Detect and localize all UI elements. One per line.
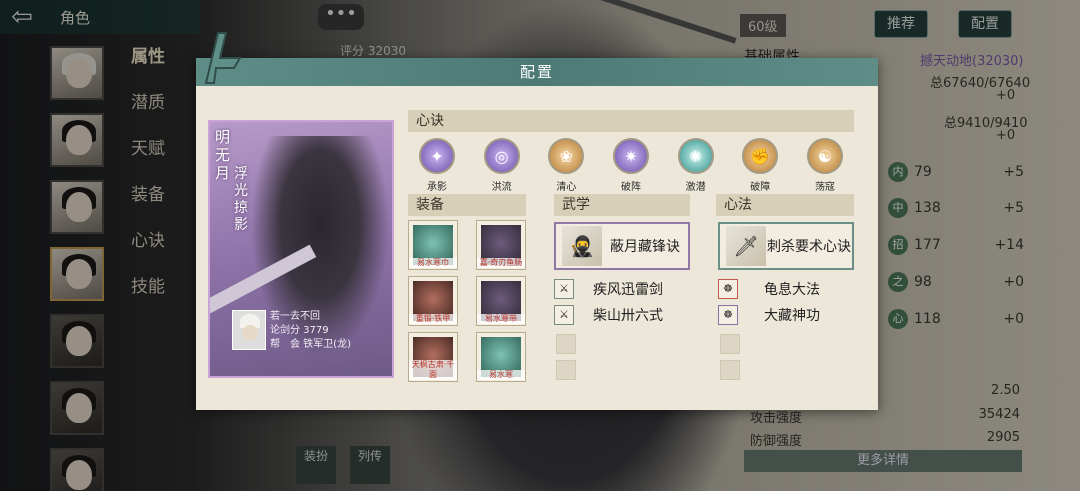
empty-slot[interactable] <box>556 360 576 380</box>
equip-slot-head[interactable]: 易水寒巾 <box>408 220 458 270</box>
equip-slot-weapon[interactable]: 嘉·奇刃鱼肠 <box>476 220 526 270</box>
jade-ornament-icon <box>204 32 242 84</box>
wuxue-main-button[interactable]: 🥷 蔽月藏锋诀 <box>554 222 690 270</box>
xinjue-skill[interactable]: ◎ 洪流 <box>475 138 529 193</box>
burst-icon: ✺ <box>677 138 714 174</box>
sword-score: 论剑分 3779 <box>270 325 329 336</box>
player-name: 若一去不回 <box>270 311 320 322</box>
equip-slot-armor[interactable]: 重锻·铁甲 <box>408 276 458 326</box>
martial-move-icon: ⚔ <box>554 279 574 299</box>
swirl-purple-icon: ✦ <box>419 138 455 174</box>
player-avatar <box>232 310 266 350</box>
xinjue-skill[interactable]: ✊ 破障 <box>733 138 787 193</box>
meditation-icon: ☸ <box>718 279 738 299</box>
xinjue-skill[interactable]: ✦ 承影 <box>410 138 464 193</box>
fist-icon: ✊ <box>742 138 779 174</box>
config-modal: 配置 明无月 浮光掠影 若一去不回 论剑分 3779 帮 会 铁军卫(龙) 心诀… <box>196 32 878 410</box>
whirlpool-icon: ◎ <box>483 138 520 174</box>
character-title: 浮光掠影 <box>234 166 248 233</box>
character-card[interactable]: 明无月 浮光掠影 若一去不回 论剑分 3779 帮 会 铁军卫(龙) <box>208 120 394 378</box>
xinjue-skill[interactable]: ❀ 清心 <box>539 138 593 193</box>
xinjue-skill-list: ✦ 承影 ◎ 洪流 ❀ 清心 ✷ 破阵 ✺ 激潜 ✊ 破障 ☯ 荡寇 <box>410 138 852 193</box>
xinfa-section-label: 心法 <box>716 194 854 216</box>
equip-slot-belt[interactable]: 易水寒带 <box>476 276 526 326</box>
xinjue-skill[interactable]: ✺ 激潜 <box>669 138 723 193</box>
sweep-icon: ☯ <box>806 138 843 174</box>
equip-slot-accessory[interactable]: 易水寒 <box>476 332 526 382</box>
xinjue-skill[interactable]: ✷ 破阵 <box>604 138 658 193</box>
xinfa-item[interactable]: ☸ 龟息大法 <box>718 278 840 300</box>
player-info: 若一去不回 论剑分 3779 帮 会 铁军卫(龙) <box>232 310 392 370</box>
equip-slot-boots[interactable]: 天枫古肃·千面 <box>408 332 458 382</box>
martial-figure-icon: 🥷 <box>562 226 602 266</box>
empty-slot[interactable] <box>720 334 740 354</box>
xinfa-item[interactable]: ☸ 大藏神功 <box>718 304 840 326</box>
equip-section-label: 装备 <box>408 194 526 216</box>
wuxue-item[interactable]: ⚔ 柴山卅六式 <box>554 304 676 326</box>
empty-slot[interactable] <box>556 334 576 354</box>
assassin-figure-icon: 🗡 <box>726 226 766 266</box>
xinfa-main-button[interactable]: 🗡 刺杀要术心诀 <box>718 222 854 270</box>
meditation-icon: ☸ <box>718 305 738 325</box>
lotus-icon: ❀ <box>548 138 585 174</box>
guild-name: 帮 会 铁军卫(龙) <box>270 339 351 350</box>
formation-break-icon: ✷ <box>612 138 649 174</box>
character-name: 明无月 <box>215 128 231 182</box>
xinjue-skill[interactable]: ☯ 荡寇 <box>798 138 852 193</box>
xinjue-section-label: 心诀 <box>408 110 854 132</box>
wuxue-section-label: 武学 <box>554 194 690 216</box>
empty-slot[interactable] <box>720 360 740 380</box>
wuxue-item[interactable]: ⚔ 疾风迅雷剑 <box>554 278 676 300</box>
martial-move-icon: ⚔ <box>554 305 574 325</box>
modal-title: 配置 <box>196 58 878 86</box>
